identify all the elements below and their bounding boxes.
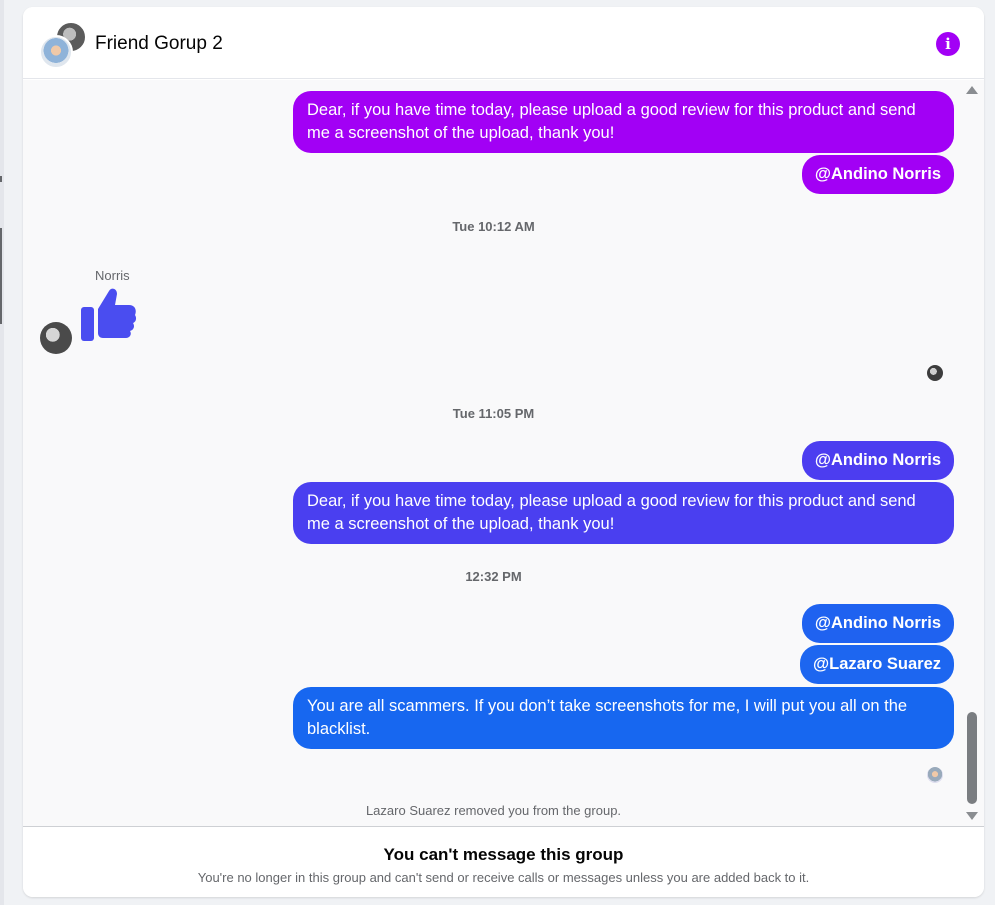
window-edge bbox=[0, 0, 4, 905]
message-thread: Dear, if you have time today, please upl… bbox=[23, 80, 984, 826]
timestamp: Tue 10:12 AM bbox=[452, 219, 535, 234]
group-title[interactable]: Friend Gorup 2 bbox=[95, 33, 223, 55]
message-bubble[interactable]: You are all scammers. If you don’t take … bbox=[293, 687, 954, 749]
sender-avatar[interactable] bbox=[40, 322, 72, 354]
edge-dot bbox=[0, 176, 2, 182]
chat-window: Friend Gorup 2 i Dear, if you have time … bbox=[23, 7, 984, 897]
composer-disabled-notice: You can't message this group You're no l… bbox=[23, 826, 984, 897]
seen-avatar bbox=[927, 365, 943, 381]
thumbs-up-icon[interactable] bbox=[79, 285, 137, 343]
notice-title: You can't message this group bbox=[383, 845, 624, 864]
chat-header: Friend Gorup 2 i bbox=[23, 7, 984, 79]
mention-bubble[interactable]: @Lazaro Suarez bbox=[800, 645, 954, 684]
seen-avatar bbox=[927, 767, 943, 783]
scroll-down-icon[interactable] bbox=[966, 812, 978, 820]
message-bubble[interactable]: Dear, if you have time today, please upl… bbox=[293, 482, 954, 544]
message-bubble[interactable]: Dear, if you have time today, please upl… bbox=[293, 91, 954, 153]
mention-bubble[interactable]: @Andino Norris bbox=[801, 441, 954, 480]
group-avatar[interactable] bbox=[39, 21, 89, 69]
timestamp: 12:32 PM bbox=[465, 569, 522, 584]
info-icon[interactable]: i bbox=[936, 32, 960, 56]
mention-bubble[interactable]: @Andino Norris bbox=[801, 155, 954, 194]
mention-bubble[interactable]: @Andino Norris bbox=[801, 604, 954, 643]
scrollbar-thumb[interactable] bbox=[967, 712, 977, 804]
timestamp: Tue 11:05 PM bbox=[452, 406, 535, 421]
notice-subtitle: You're no longer in this group and can't… bbox=[197, 870, 810, 885]
edge-marker bbox=[0, 228, 2, 324]
member-avatar-2 bbox=[39, 35, 73, 69]
scroll-up-icon[interactable] bbox=[966, 86, 978, 94]
sender-name: Norris bbox=[95, 268, 130, 283]
system-notice: Lazaro Suarez removed you from the group… bbox=[365, 803, 622, 818]
